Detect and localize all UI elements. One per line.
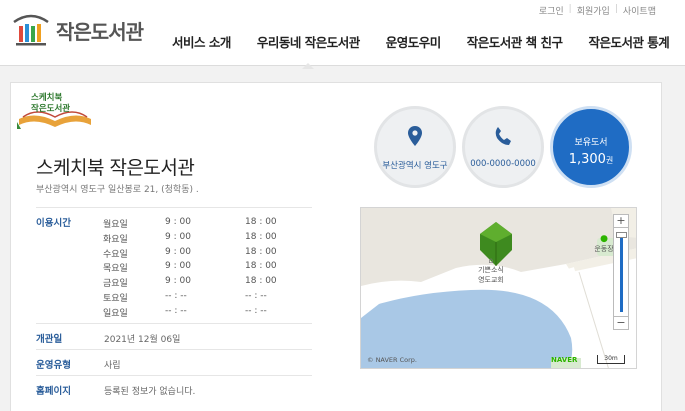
open-time: 9 : 00	[165, 246, 191, 257]
day-label: 일요일	[103, 308, 128, 319]
close-time: -- : --	[245, 290, 267, 301]
hours-row: 화요일 9 : 00 18 : 00	[103, 232, 305, 247]
place-line1: 기쁜소식	[478, 266, 504, 274]
utility-links: 로그인 | 회원가입 | 사이트맵	[534, 4, 661, 17]
divider	[36, 375, 312, 376]
nav-item-book-friend[interactable]: 작은도서관 책 친구	[467, 32, 563, 51]
homepage-value: 등록된 정보가 없습니다.	[104, 387, 196, 397]
phone-circle: 000-0000-0000	[462, 106, 544, 188]
zoom-out-button[interactable]: −	[613, 316, 629, 330]
close-time: 18 : 00	[245, 246, 277, 257]
logo-text: 작은도서관	[56, 19, 144, 44]
close-time: 18 : 00	[245, 276, 277, 287]
logo-icon	[12, 12, 50, 48]
close-time: 18 : 00	[245, 231, 277, 242]
login-link[interactable]: 로그인	[534, 4, 569, 17]
open-time: 9 : 00	[165, 217, 191, 227]
nav-item-statistics[interactable]: 작은도서관 통계	[588, 32, 669, 51]
books-label: 보유도서	[574, 138, 608, 148]
signup-link[interactable]: 회원가입	[572, 4, 615, 17]
type-value: 사립	[104, 361, 121, 371]
books-circle: 보유도서 1,300권	[550, 106, 632, 188]
zoom-slider[interactable]	[613, 228, 629, 316]
library-name: 스케치북 작은도서관	[36, 157, 195, 179]
nav-item-neighborhood-library[interactable]: 우리동네 작은도서관	[257, 32, 360, 69]
close-time: -- : --	[245, 305, 267, 316]
books-count: 1,300	[568, 152, 606, 167]
hours-row: 수요일 9 : 00 18 : 00	[103, 247, 305, 262]
hours-row: 목요일 9 : 00 18 : 00	[103, 261, 305, 276]
sitemap-link[interactable]: 사이트맵	[618, 4, 661, 17]
open-time: 9 : 00	[165, 276, 191, 287]
library-detail-panel: 스케치북 작은도서관 스케치북 작은도서관 부산광역시 영도구 일산봉로 21,…	[10, 82, 662, 411]
day-label: 수요일	[103, 249, 128, 260]
close-time: 18 : 00	[245, 261, 277, 272]
map-copyright: © NAVER Corp.	[367, 356, 417, 364]
region-text: 부산광역시 영도구	[382, 161, 448, 171]
divider	[36, 349, 312, 350]
phone-text: 000-0000-0000	[470, 159, 536, 169]
hours-row: 월요일 9 : 00 18 : 00	[103, 217, 305, 232]
badge-line2: 작은도서관	[31, 104, 71, 114]
library-badge: 스케치북 작은도서관	[15, 89, 95, 131]
type-label: 운영유형	[36, 360, 71, 371]
hours-row: 일요일 -- : -- -- : --	[103, 306, 305, 321]
open-time: -- : --	[165, 305, 187, 316]
hours-label: 이용시간	[36, 218, 71, 229]
zoom-control: + −	[613, 214, 629, 332]
zoom-in-button[interactable]: +	[613, 214, 629, 228]
open-time: 9 : 00	[165, 231, 191, 242]
library-address: 부산광역시 영도구 일산봉로 21, (청학동) .	[36, 185, 199, 195]
day-label: 화요일	[103, 234, 128, 245]
hours-table: 월요일 9 : 00 18 : 00 화요일 9 : 00 18 : 00 수요일 9 :…	[103, 217, 305, 321]
nav-item-operation-helper[interactable]: 운영도우미	[386, 32, 442, 51]
nav-item-service-intro[interactable]: 서비스 소개	[172, 32, 231, 51]
church-icon: ⌂	[488, 256, 494, 265]
hours-row: 토요일 -- : -- -- : --	[103, 291, 305, 306]
location-pin-icon	[377, 126, 453, 150]
zoom-handle[interactable]	[616, 232, 627, 238]
main-nav: 서비스 소개 우리동네 작은도서관 운영도우미 작은도서관 책 친구 작은도서관…	[172, 32, 670, 69]
day-label: 목요일	[103, 264, 128, 275]
place-line2: 영도교회	[478, 276, 504, 284]
books-unit: 권	[605, 156, 614, 165]
place-label: ⌂ 기쁜소식 영도교회	[461, 256, 521, 285]
divider	[36, 323, 312, 324]
books-count-wrap: 1,300권	[553, 152, 629, 167]
day-label: 토요일	[103, 293, 128, 304]
map-scale: 30m	[597, 355, 625, 364]
opened-value: 2021년 12월 06일	[104, 335, 181, 345]
naver-logo[interactable]: NAVER	[551, 356, 577, 364]
location-map[interactable]: ⌂ 기쁜소식 영도교회 ● 운동장 + − © NAVER Corp. NAVE…	[360, 207, 637, 369]
site-logo[interactable]: 작은도서관	[12, 12, 144, 48]
homepage-label: 홈페이지	[36, 386, 71, 397]
day-label: 금요일	[103, 279, 128, 290]
region-circle: 부산광역시 영도구	[374, 106, 456, 188]
site-header: 로그인 | 회원가입 | 사이트맵 작은도서관 서비스 소개 우리동네 작은도서…	[0, 0, 685, 69]
day-label: 월요일	[103, 220, 128, 230]
hours-row: 금요일 9 : 00 18 : 00	[103, 276, 305, 291]
open-time: 9 : 00	[165, 261, 191, 272]
close-time: 18 : 00	[245, 217, 277, 227]
opened-label: 개관일	[36, 334, 63, 345]
divider	[36, 207, 312, 208]
zoom-level-bar	[620, 238, 623, 312]
phone-icon	[465, 126, 541, 150]
open-time: -- : --	[165, 290, 187, 301]
